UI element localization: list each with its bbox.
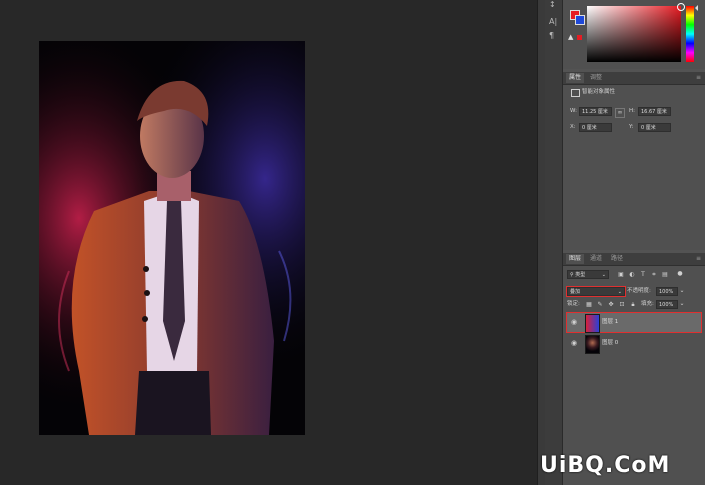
tab-channels[interactable]: 通道 [587, 254, 605, 264]
lock-label: 锁定: [567, 301, 580, 307]
tab-adjustments[interactable]: 调整 [587, 73, 605, 83]
link-icon[interactable]: ∞ [615, 108, 625, 118]
character-icon[interactable]: A| [549, 17, 557, 26]
filter-toggle-icon[interactable]: ● [676, 270, 684, 278]
tab-layers[interactable]: 图层 [566, 254, 585, 264]
tools-column: ↕ A| ¶ [545, 0, 563, 485]
color-panel: ▲ [563, 0, 705, 69]
layer-thumbnail [585, 335, 600, 354]
h-field[interactable]: 16.67 厘米 [638, 107, 671, 116]
web-color-swatch[interactable] [577, 35, 582, 40]
fill-label: 填充: [641, 301, 654, 307]
chevron-down-icon[interactable]: ⌄ [678, 287, 686, 295]
opacity-label: 不透明度: [627, 288, 651, 294]
right-panels: ▲ 属性 调整 ≡ 智能对象属性 W: 11.25 厘米 ∞ H: 16.67 … [563, 0, 705, 485]
watermark-logo: UiBQ.CoM [540, 453, 671, 478]
layers-tabbar: 图层 通道 路径 ≡ [563, 253, 705, 266]
paragraph-icon[interactable]: ¶ [549, 31, 554, 40]
panel-menu-icon[interactable]: ≡ [696, 255, 701, 262]
lock-all-icon[interactable]: 🔒︎ [629, 301, 637, 309]
filter-type-icon[interactable]: T [639, 271, 647, 279]
properties-tabbar: 属性 调整 ≡ [563, 72, 705, 85]
w-label: W: [570, 108, 577, 114]
layer-name[interactable]: 图层 1 [602, 318, 618, 326]
y-field[interactable]: 0 厘米 [638, 123, 671, 132]
bg-color-swatch[interactable] [575, 15, 585, 25]
chevron-down-icon: ⌄ [617, 289, 622, 295]
canvas-area[interactable] [0, 0, 537, 485]
color-picker-circle[interactable] [677, 3, 685, 11]
tab-paths[interactable]: 路径 [608, 254, 626, 264]
lock-position-icon[interactable]: ✥ [607, 301, 615, 309]
layer-filter-select[interactable]: ⚲ 类型 ⌄ [567, 270, 609, 279]
filter-smart-object-icon[interactable]: ▤ [661, 271, 669, 279]
filter-shape-icon[interactable]: ⌗ [650, 271, 658, 279]
layer-row-layer1[interactable]: ◉ 图层 1 [566, 312, 702, 333]
warning-icon[interactable]: ▲ [568, 33, 573, 41]
visibility-eye-icon[interactable]: ◉ [571, 318, 579, 326]
layer-row-layer0[interactable]: ◉ 图层 0 [567, 334, 701, 354]
fill-field[interactable]: 100% [656, 300, 678, 309]
lock-pixels-icon[interactable]: ✎ [596, 301, 604, 309]
tab-properties[interactable]: 属性 [566, 73, 585, 83]
panel-menu-icon[interactable]: ≡ [696, 74, 701, 81]
blend-mode-value: 叠加 [570, 289, 581, 295]
layer-thumbnail [585, 314, 600, 333]
filter-adjustment-icon[interactable]: ◐ [628, 271, 636, 279]
filter-pixel-icon[interactable]: ▣ [617, 271, 625, 279]
chevron-down-icon: ⌄ [601, 272, 606, 278]
properties-panel: 属性 调整 ≡ 智能对象属性 W: 11.25 厘米 ∞ H: 16.67 厘米… [563, 72, 705, 250]
lock-transparent-icon[interactable]: ▦ [585, 301, 593, 309]
portrait-artwork [39, 41, 305, 435]
x-field[interactable]: 0 厘米 [579, 123, 612, 132]
color-field[interactable] [587, 6, 681, 62]
hue-slider-handle[interactable] [695, 5, 698, 11]
smart-object-icon [571, 89, 580, 97]
move-tool-icon[interactable]: ↕ [549, 0, 556, 9]
h-label: H: [629, 108, 635, 114]
opacity-field[interactable]: 100% [656, 287, 678, 296]
x-label: X: [570, 124, 576, 130]
section-title: 智能对象属性 [582, 89, 616, 95]
filter-label: 类型 [575, 272, 586, 278]
w-field[interactable]: 11.25 厘米 [579, 107, 612, 116]
chevron-down-icon[interactable]: ⌄ [678, 300, 686, 308]
hue-slider[interactable] [686, 6, 694, 62]
layer-name[interactable]: 图层 0 [602, 339, 618, 347]
lock-artboard-icon[interactable]: ⊡ [618, 301, 626, 309]
visibility-eye-icon[interactable]: ◉ [571, 339, 579, 347]
document-image[interactable] [39, 41, 305, 435]
y-label: Y: [629, 124, 634, 130]
blend-mode-select[interactable]: 叠加 ⌄ [566, 286, 626, 297]
layers-panel: 图层 通道 路径 ≡ ⚲ 类型 ⌄ ▣ ◐ T ⌗ ▤ ● 叠加 ⌄ 不透明度: 1… [563, 253, 705, 485]
